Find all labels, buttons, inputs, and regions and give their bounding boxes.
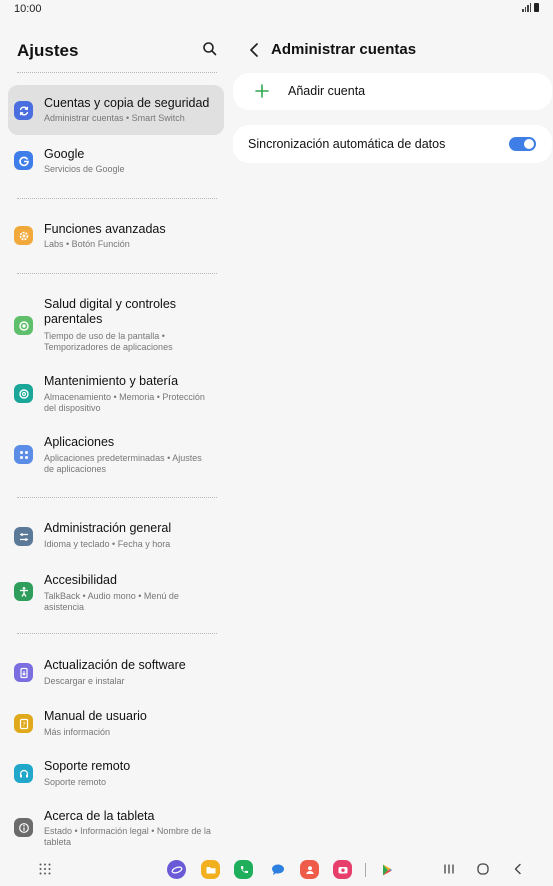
item-subtitle: Labs • Botón Función <box>44 239 130 249</box>
navigation-bar <box>0 853 553 886</box>
home-icon[interactable] <box>474 860 492 878</box>
divider <box>17 273 217 274</box>
search-icon[interactable] <box>201 40 219 58</box>
add-account-label: Añadir cuenta <box>288 84 366 98</box>
device-care-icon <box>14 384 33 403</box>
item-title: Soporte remoto <box>44 759 131 773</box>
sync-icon <box>14 101 33 120</box>
status-bar: 10:00 <box>0 0 553 18</box>
settings-item-accounts[interactable]: Cuentas y copia de seguridad Administrar… <box>8 85 224 135</box>
google-icon <box>14 151 33 170</box>
status-time: 10:00 <box>14 3 42 15</box>
settings-item-remote-support[interactable]: Soporte remoto Soporte remoto <box>8 754 224 796</box>
auto-sync-row[interactable]: Sincronización automática de datos <box>233 125 552 163</box>
recent-apps-icon[interactable] <box>440 860 458 878</box>
screen-recorder-icon[interactable] <box>333 860 352 879</box>
info-icon <box>14 818 33 837</box>
item-title: Accesibilidad <box>44 573 117 587</box>
item-subtitle: TalkBack • Audio mono • Menú de asistenc… <box>44 591 179 612</box>
settings-item-general-management[interactable]: Administración general Idioma y teclado … <box>8 516 224 558</box>
settings-item-about-tablet[interactable]: Acerca de la tableta Estado • Informació… <box>8 804 224 854</box>
item-subtitle: Administrar cuentas • Smart Switch <box>44 113 185 123</box>
item-title: Cuentas y copia de seguridad <box>44 96 210 110</box>
item-subtitle: Descargar e instalar <box>44 676 125 686</box>
phone-icon[interactable] <box>234 860 253 879</box>
item-title: Google <box>44 147 85 161</box>
back-icon[interactable] <box>509 860 527 878</box>
apps-drawer-icon[interactable] <box>36 860 54 878</box>
item-title: Funciones avanzadas <box>44 222 166 236</box>
play-store-icon[interactable] <box>377 860 396 879</box>
item-subtitle: Tiempo de uso de la pantalla • Temporiza… <box>44 331 173 352</box>
my-files-icon[interactable] <box>201 860 220 879</box>
settings-list-pane: Ajustes Cuentas y copia de seguridad Adm… <box>0 18 232 853</box>
pane-title: Administrar cuentas <box>271 41 417 58</box>
page-title: Ajustes <box>17 41 79 60</box>
item-subtitle: Aplicaciones predeterminadas • Ajustes d… <box>44 453 202 474</box>
auto-sync-label: Sincronización automática de datos <box>248 137 446 151</box>
add-account-button[interactable]: Añadir cuenta <box>233 73 552 110</box>
item-subtitle: Soporte remoto <box>44 777 107 787</box>
accessibility-icon <box>14 582 33 601</box>
system-indicators <box>522 3 539 12</box>
item-subtitle: Idioma y teclado • Fecha y hora <box>44 539 171 549</box>
back-arrow-icon[interactable] <box>244 40 264 60</box>
headset-icon <box>14 764 33 783</box>
messages-icon[interactable] <box>268 860 287 879</box>
battery-icon <box>534 3 539 12</box>
toggle-knob <box>524 139 534 149</box>
settings-item-google[interactable]: Google Servicios de Google <box>8 136 224 186</box>
item-title: Mantenimiento y batería <box>44 374 179 388</box>
sliders-icon <box>14 527 33 546</box>
item-subtitle: Servicios de Google <box>44 164 125 174</box>
auto-sync-toggle[interactable] <box>509 137 536 151</box>
software-update-icon <box>14 663 33 682</box>
item-title: Acerca de la tableta <box>44 809 155 823</box>
settings-item-device-care[interactable]: Mantenimiento y batería Almacenamiento •… <box>8 368 224 422</box>
gear-plus-icon <box>14 226 33 245</box>
item-title: Salud digital y controles parentales <box>44 297 177 326</box>
item-subtitle: Más información <box>44 727 111 737</box>
settings-item-advanced-features[interactable]: Funciones avanzadas Labs • Botón Función <box>8 211 224 261</box>
divider <box>17 497 217 498</box>
divider <box>17 198 217 199</box>
manage-accounts-pane: Administrar cuentas Añadir cuenta Sincro… <box>232 18 553 853</box>
divider <box>17 72 217 73</box>
svg-text:?: ? <box>22 721 25 728</box>
settings-item-user-manual[interactable]: ? Manual de usuario Más información <box>8 704 224 746</box>
item-subtitle: Estado • Información legal • Nombre de l… <box>44 826 211 847</box>
settings-item-apps[interactable]: Aplicaciones Aplicaciones predeterminada… <box>8 430 224 482</box>
contacts-icon[interactable] <box>300 860 319 879</box>
dock-separator <box>365 863 366 877</box>
apps-icon <box>14 445 33 464</box>
signal-icon <box>522 3 531 12</box>
item-title: Aplicaciones <box>44 435 115 449</box>
divider <box>17 633 217 634</box>
plus-icon <box>253 82 271 100</box>
user-manual-icon: ? <box>14 714 33 733</box>
settings-item-digital-wellbeing[interactable]: Salud digital y controles parentales Tie… <box>8 290 224 360</box>
settings-item-accessibility[interactable]: Accesibilidad TalkBack • Audio mono • Me… <box>8 567 224 621</box>
item-subtitle: Almacenamiento • Memoria • Protección de… <box>44 392 205 413</box>
item-title: Manual de usuario <box>44 709 147 723</box>
item-title: Actualización de software <box>44 658 186 672</box>
internet-icon[interactable] <box>167 860 186 879</box>
digital-wellbeing-icon <box>14 316 33 335</box>
settings-item-software-update[interactable]: Actualización de software Descargar e in… <box>8 653 224 695</box>
item-title: Administración general <box>44 521 172 535</box>
